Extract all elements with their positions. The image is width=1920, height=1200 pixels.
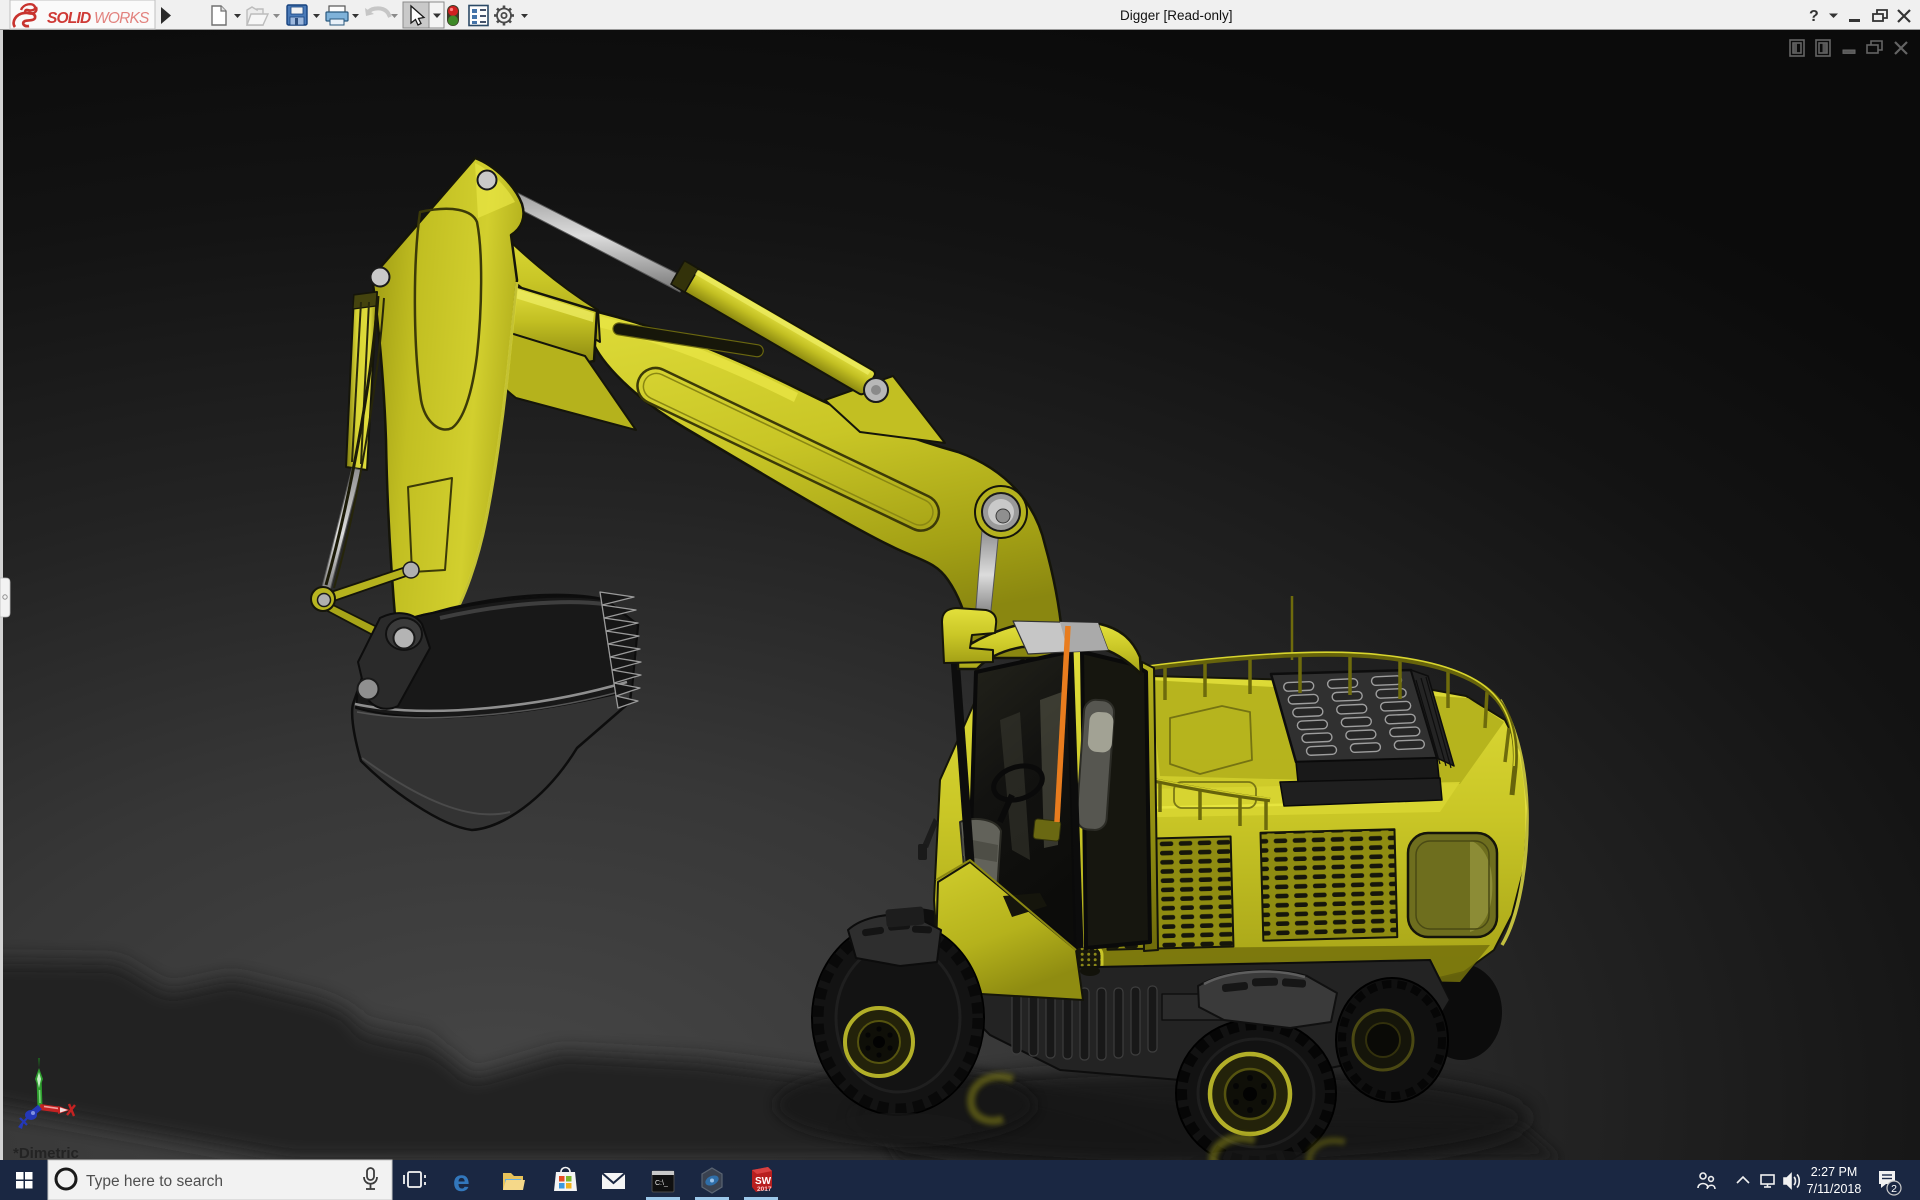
svg-text:2:27 PM: 2:27 PM [1811,1165,1858,1179]
svg-text:WORKS: WORKS [94,10,150,27]
svg-text:?: ? [1809,8,1819,25]
svg-text:2: 2 [1891,1183,1897,1195]
svg-text:SOLID: SOLID [47,10,91,27]
svg-text:Digger [Read-only]: Digger [Read-only] [1120,8,1233,23]
svg-text:7/11/2018: 7/11/2018 [1807,1182,1862,1196]
svg-text:Type here to search: Type here to search [86,1173,223,1190]
svg-text:2017: 2017 [757,1186,772,1193]
svg-text:*Dimetric: *Dimetric [13,1145,79,1162]
svg-text:e: e [453,1165,470,1198]
svg-text:C:\_: C:\_ [655,1180,668,1187]
